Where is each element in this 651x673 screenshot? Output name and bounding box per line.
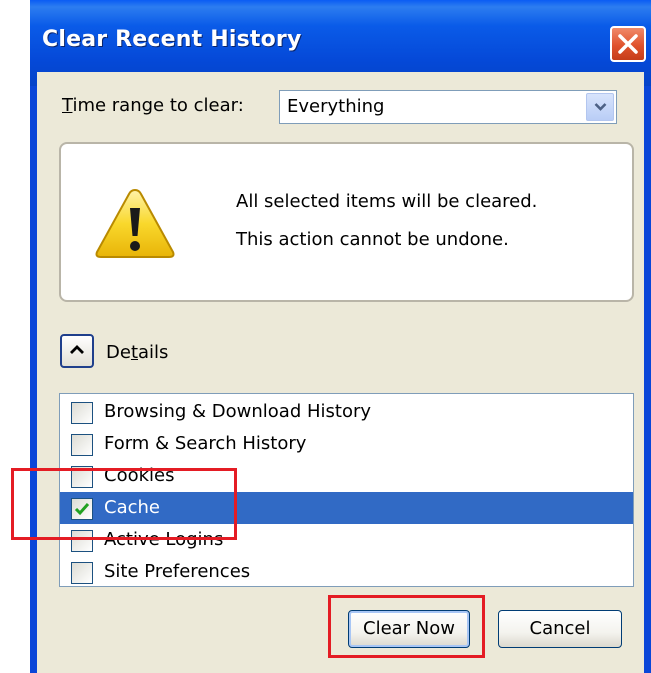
list-item-label: Form & Search History <box>104 433 307 454</box>
close-icon <box>618 34 638 54</box>
warning-text-line2: This action cannot be undone. <box>236 229 509 250</box>
time-range-select[interactable]: Everything <box>279 90 617 124</box>
time-range-label-rest: ime range to clear: <box>72 95 244 116</box>
warning-panel: All selected items will be cleared. This… <box>59 142 634 302</box>
dialog-body: Time range to clear: Everything All sele… <box>37 72 644 673</box>
checkbox[interactable] <box>71 562 93 584</box>
cancel-button[interactable]: Cancel <box>498 610 622 648</box>
details-label: Details <box>106 342 168 363</box>
time-range-value: Everything <box>287 96 385 117</box>
dropdown-button[interactable] <box>586 93 614 121</box>
details-label-start: De <box>106 342 131 363</box>
annotation-highlight-cache <box>11 468 237 540</box>
list-item[interactable]: Browsing & Download History <box>60 396 633 428</box>
chevron-down-icon <box>594 103 607 111</box>
time-range-label: Time range to clear: <box>62 95 244 116</box>
details-toggle-button[interactable] <box>60 334 94 368</box>
details-label-end: ails <box>138 342 169 363</box>
checkbox[interactable] <box>71 434 93 456</box>
list-item[interactable]: Form & Search History <box>60 428 633 460</box>
list-item-label: Site Preferences <box>104 561 251 582</box>
time-range-label-accesskey: T <box>62 95 73 116</box>
details-label-accesskey: t <box>130 342 138 363</box>
list-item-label: Browsing & Download History <box>104 401 372 422</box>
dialog-title: Clear Recent History <box>42 27 302 52</box>
checkbox[interactable] <box>71 402 93 424</box>
dialog-window: Clear Recent History Time range to clear… <box>30 0 651 673</box>
warning-text-line1: All selected items will be cleared. <box>236 191 538 212</box>
close-button[interactable] <box>610 26 646 62</box>
warning-icon <box>95 188 175 258</box>
annotation-highlight-clear-now <box>328 595 485 658</box>
chevron-up-icon <box>70 345 84 354</box>
list-item[interactable]: Site Preferences <box>60 556 633 588</box>
